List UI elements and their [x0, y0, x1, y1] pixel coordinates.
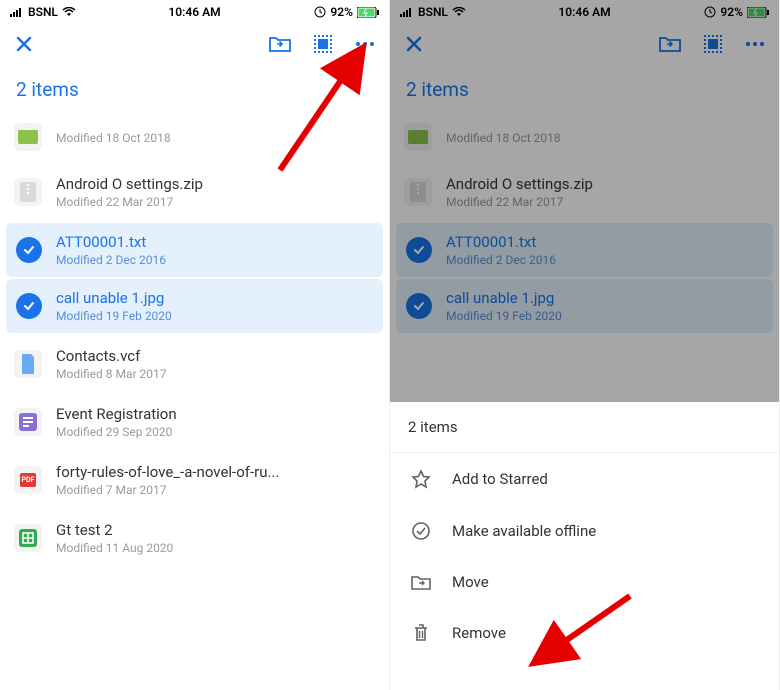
battery-icon	[747, 7, 769, 18]
file-modified: Modified 19 Feb 2020	[56, 309, 373, 323]
list-item[interactable]: ATT00001.txt Modified 2 Dec 2016	[6, 223, 383, 277]
file-modified: Modified 7 Mar 2017	[56, 483, 375, 497]
file-modified: Modified 22 Mar 2017	[446, 195, 765, 209]
check-icon	[16, 293, 42, 319]
list-item[interactable]: Modified 18 Oct 2018	[0, 111, 389, 163]
list-item[interactable]: Event Registration Modified 29 Sep 2020	[0, 393, 389, 451]
battery-pct: 92%	[720, 5, 743, 19]
battery-pct: 92%	[330, 5, 353, 19]
file-name: call unable 1.jpg	[56, 289, 373, 307]
star-icon	[410, 469, 432, 489]
carrier-label: BSNL	[28, 5, 58, 19]
battery-icon	[357, 7, 379, 18]
sheet-action-label: Move	[452, 573, 489, 591]
close-button[interactable]	[404, 34, 424, 54]
list-item[interactable]: Android O settings.zip Modified 22 Mar 2…	[0, 163, 389, 221]
file-modified: Modified 19 Feb 2020	[446, 309, 763, 323]
sheet-action-label: Make available offline	[452, 522, 596, 540]
list-item[interactable]: call unable 1.jpg Modified 19 Feb 2020	[6, 279, 383, 333]
file-name: ATT00001.txt	[56, 233, 373, 251]
close-button[interactable]	[14, 34, 34, 54]
image-icon	[14, 123, 42, 151]
sheet-action-remove[interactable]: Remove	[390, 607, 779, 659]
list-item[interactable]: call unable 1.jpg Modified 19 Feb 2020	[396, 279, 773, 333]
file-name: ATT00001.txt	[446, 233, 763, 251]
wifi-icon	[62, 7, 76, 17]
file-modified: Modified 22 Mar 2017	[56, 195, 375, 209]
list-item[interactable]: Gt test 2 Modified 11 Aug 2020	[0, 509, 389, 567]
sheet-action-offline[interactable]: Make available offline	[390, 505, 779, 557]
file-modified: Modified 18 Oct 2018	[56, 131, 375, 145]
zip-icon	[14, 178, 42, 206]
sheet-icon	[14, 524, 42, 552]
file-name: Android O settings.zip	[56, 175, 375, 193]
doc-icon	[14, 350, 42, 378]
list-item[interactable]: PDF forty-rules-of-love_-a-novel-of-ru..…	[0, 451, 389, 509]
move-folder-icon[interactable]	[269, 35, 291, 53]
file-name: call unable 1.jpg	[446, 289, 763, 307]
pdf-icon: PDF	[14, 466, 42, 494]
file-name: Event Registration	[56, 405, 375, 423]
orientation-lock-icon	[704, 6, 716, 18]
carrier-label: BSNL	[418, 5, 448, 19]
trash-icon	[410, 623, 432, 643]
check-icon	[406, 293, 432, 319]
more-options-icon[interactable]	[355, 41, 375, 47]
file-list: Modified 18 Oct 2018 Android O settings.…	[0, 111, 389, 567]
signal-icon	[10, 7, 24, 17]
list-item[interactable]: ATT00001.txt Modified 2 Dec 2016	[396, 223, 773, 277]
list-item[interactable]: Contacts.vcf Modified 8 Mar 2017	[0, 335, 389, 393]
screenshot-left: BSNL 10:46 AM 92%	[0, 0, 390, 690]
file-modified: Modified 11 Aug 2020	[56, 541, 375, 555]
select-all-icon[interactable]	[703, 34, 723, 54]
form-icon	[14, 408, 42, 436]
move-icon	[410, 574, 432, 590]
file-name: forty-rules-of-love_-a-novel-of-ru...	[56, 463, 375, 481]
offline-icon	[410, 521, 432, 541]
list-item[interactable]: Android O settings.zip Modified 22 Mar 2…	[390, 163, 779, 221]
toolbar	[390, 24, 779, 64]
signal-icon	[400, 7, 414, 17]
move-folder-icon[interactable]	[659, 35, 681, 53]
selection-count: 2 items	[390, 64, 779, 111]
file-name: Android O settings.zip	[446, 175, 765, 193]
list-item[interactable]: Modified 18 Oct 2018	[390, 111, 779, 163]
sheet-action-move[interactable]: Move	[390, 557, 779, 607]
sheet-action-starred[interactable]: Add to Starred	[390, 453, 779, 505]
selection-count: 2 items	[0, 64, 389, 111]
sheet-action-label: Add to Starred	[452, 470, 548, 488]
screenshot-right: BSNL 10:46 AM 92%	[390, 0, 780, 690]
status-bar: BSNL 10:46 AM 92%	[0, 0, 389, 24]
check-icon	[16, 237, 42, 263]
wifi-icon	[452, 7, 466, 17]
file-modified: Modified 8 Mar 2017	[56, 367, 375, 381]
orientation-lock-icon	[314, 6, 326, 18]
zip-icon	[404, 178, 432, 206]
toolbar	[0, 24, 389, 64]
select-all-icon[interactable]	[313, 34, 333, 54]
clock: 10:46 AM	[558, 5, 610, 19]
check-icon	[406, 237, 432, 263]
status-bar: BSNL 10:46 AM 92%	[390, 0, 779, 24]
file-name: Contacts.vcf	[56, 347, 375, 365]
more-options-icon[interactable]	[745, 41, 765, 47]
clock: 10:46 AM	[168, 5, 220, 19]
sheet-action-label: Remove	[452, 624, 506, 642]
file-modified: Modified 29 Sep 2020	[56, 425, 375, 439]
file-modified: Modified 2 Dec 2016	[56, 253, 373, 267]
file-modified: Modified 2 Dec 2016	[446, 253, 763, 267]
file-list: Modified 18 Oct 2018 Android O settings.…	[390, 111, 779, 333]
image-icon	[404, 123, 432, 151]
sheet-title: 2 items	[390, 402, 779, 453]
action-sheet: 2 items Add to Starred Make available of…	[390, 402, 779, 690]
file-name: Gt test 2	[56, 521, 375, 539]
file-modified: Modified 18 Oct 2018	[446, 131, 765, 145]
